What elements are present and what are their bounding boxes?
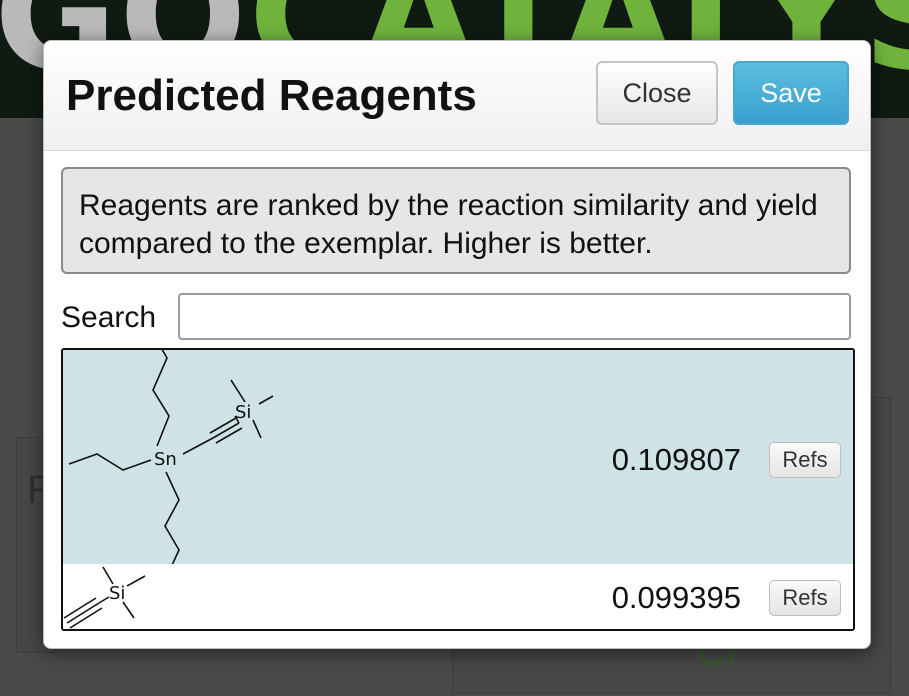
refs-button[interactable]: Refs bbox=[769, 442, 841, 478]
modal-header: Predicted Reagents Close Save bbox=[44, 41, 870, 151]
reagent-structure-image: Si bbox=[63, 566, 146, 629]
refs-button[interactable]: Refs bbox=[769, 580, 841, 616]
reagent-score: 0.099395 bbox=[611, 580, 741, 615]
info-message: Reagents are ranked by the reaction simi… bbox=[61, 167, 851, 274]
close-button[interactable]: Close bbox=[596, 61, 718, 125]
modal-title: Predicted Reagents bbox=[66, 71, 477, 120]
svg-text:Si: Si bbox=[109, 583, 125, 604]
svg-text:Si: Si bbox=[235, 402, 251, 423]
reagent-row[interactable]: Si 0.099395 Refs bbox=[63, 564, 853, 629]
save-button[interactable]: Save bbox=[733, 61, 849, 125]
search-label: Search bbox=[61, 301, 157, 334]
reagent-structure-image: Sn Si bbox=[68, 350, 274, 564]
predicted-reagents-modal: Predicted Reagents Close Save Reagents a… bbox=[43, 40, 871, 649]
search-input[interactable] bbox=[178, 293, 851, 340]
reagent-score: 0.109807 bbox=[611, 442, 741, 477]
reagent-row[interactable]: Sn Si 0.109807 Refs bbox=[63, 350, 853, 564]
reagent-results-list: Sn Si 0.109807 Refs Si 0.099395 Refs bbox=[61, 348, 855, 631]
svg-text:Sn: Sn bbox=[154, 449, 177, 470]
